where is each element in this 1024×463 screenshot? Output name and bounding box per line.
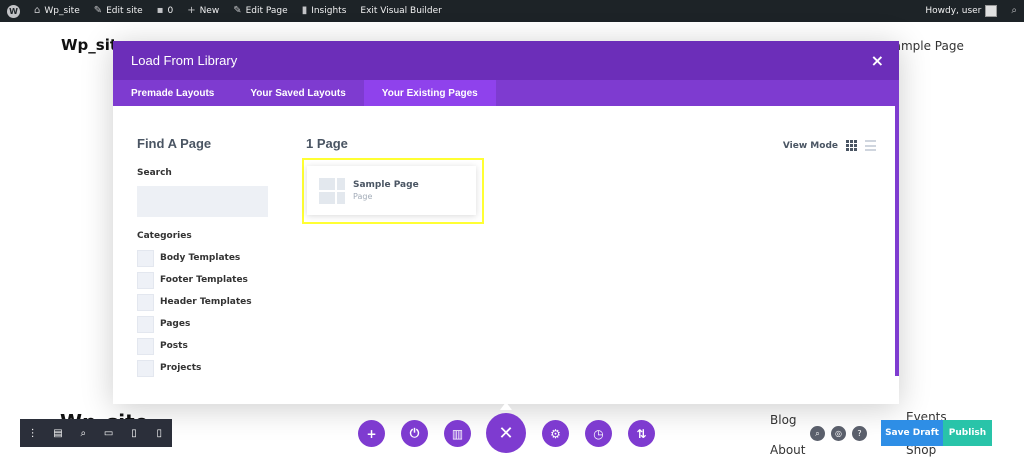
portability-icon[interactable]: ⇅ bbox=[628, 420, 655, 447]
trash-icon[interactable]: ▥ bbox=[444, 420, 471, 447]
category-label: Posts bbox=[160, 341, 188, 351]
zoom-icon[interactable]: ⌕ bbox=[73, 423, 93, 443]
load-from-library-modal: Load From Library × Premade Layouts Your… bbox=[113, 41, 899, 404]
category-checkbox[interactable] bbox=[137, 337, 154, 355]
admin-search[interactable]: ⌕ bbox=[1004, 0, 1024, 22]
category-checkbox[interactable] bbox=[137, 359, 154, 377]
category-checkbox[interactable] bbox=[137, 315, 154, 333]
plus-icon: + bbox=[187, 5, 196, 16]
footer-link-blog[interactable]: Blog bbox=[770, 413, 797, 427]
library-sidebar: Find A Page Search Categories Body Templ… bbox=[137, 136, 272, 379]
more-options-icon[interactable]: ⋮ bbox=[23, 423, 43, 443]
admin-bar: W ⌂ Wp_site ✎ Edit site ▪ 0 + New ✎ Edit… bbox=[0, 0, 1024, 22]
page-card-type: Page bbox=[353, 192, 373, 201]
edit-page-label: Edit Page bbox=[245, 6, 288, 16]
category-item[interactable]: Body Templates bbox=[137, 247, 272, 269]
site-name-label: Wp_site bbox=[44, 6, 80, 16]
categories-label: Categories bbox=[137, 231, 192, 241]
wordpress-icon: W bbox=[7, 4, 20, 18]
category-item[interactable]: Projects bbox=[137, 357, 272, 379]
exit-visual-builder-label: Exit Visual Builder bbox=[360, 6, 442, 16]
category-label: Footer Templates bbox=[160, 275, 248, 285]
settings-icon[interactable]: ⚙ bbox=[542, 420, 569, 447]
edit-page-menu[interactable]: ✎ Edit Page bbox=[226, 0, 294, 22]
category-label: Pages bbox=[160, 319, 191, 329]
view-mode-control: View Mode bbox=[783, 140, 876, 151]
layout-thumbnail-icon bbox=[319, 177, 345, 204]
bar-chart-icon: ▮ bbox=[301, 5, 308, 16]
tab-premade-layouts[interactable]: Premade Layouts bbox=[113, 80, 232, 106]
power-icon[interactable]: ⏻ bbox=[401, 420, 428, 447]
search-icon[interactable]: ⌕ bbox=[810, 426, 825, 441]
save-draft-button[interactable]: Save Draft bbox=[881, 420, 943, 446]
new-label: New bbox=[199, 6, 220, 16]
modal-pointer bbox=[500, 402, 512, 410]
search-icon: ⌕ bbox=[1011, 5, 1017, 16]
search-input[interactable] bbox=[137, 186, 268, 217]
list-view-icon[interactable] bbox=[865, 140, 876, 151]
desktop-view-icon[interactable]: ▭ bbox=[99, 423, 119, 443]
admin-bar-right: Howdy, user ⌕ bbox=[918, 0, 1024, 22]
category-item[interactable]: Pages bbox=[137, 313, 272, 335]
howdy-label: Howdy, user bbox=[925, 6, 982, 16]
search-label: Search bbox=[137, 168, 172, 178]
modal-header: Load From Library bbox=[113, 41, 899, 80]
add-icon[interactable]: + bbox=[358, 420, 385, 447]
tablet-view-icon[interactable]: ▯ bbox=[124, 423, 144, 443]
page-card-info: Sample Page Page bbox=[353, 180, 419, 201]
category-checkbox[interactable] bbox=[137, 249, 154, 267]
category-item[interactable]: Footer Templates bbox=[137, 269, 272, 291]
edit-site-label: Edit site bbox=[106, 6, 143, 16]
grid-view-icon[interactable] bbox=[846, 140, 857, 151]
avatar bbox=[985, 5, 998, 17]
new-content-menu[interactable]: + New bbox=[180, 0, 226, 22]
card-highlight: Sample Page Page bbox=[302, 158, 484, 224]
layers-icon[interactable]: ◎ bbox=[831, 426, 846, 441]
view-mode-label: View Mode bbox=[782, 140, 838, 151]
dashboard-icon: ⌂ bbox=[34, 5, 41, 16]
category-label: Header Templates bbox=[160, 297, 252, 307]
comment-icon: ▪ bbox=[156, 5, 164, 16]
comments-count: 0 bbox=[167, 6, 174, 16]
modal-body: Find A Page Search Categories Body Templ… bbox=[113, 106, 899, 404]
category-label: Projects bbox=[160, 363, 202, 373]
my-account-menu[interactable]: Howdy, user bbox=[918, 0, 1004, 22]
footer-link-about[interactable]: About bbox=[770, 443, 805, 457]
phone-view-icon[interactable]: ▯ bbox=[149, 423, 169, 443]
page-card-title: Sample Page bbox=[353, 180, 419, 190]
scrollbar[interactable] bbox=[895, 106, 899, 376]
pencil-icon: ✎ bbox=[233, 5, 242, 16]
modal-tabs: Premade Layouts Your Saved Layouts Your … bbox=[113, 80, 899, 106]
edit-site-menu[interactable]: ✎ Edit site bbox=[87, 0, 150, 22]
tab-your-saved-layouts[interactable]: Your Saved Layouts bbox=[232, 80, 363, 106]
brush-icon: ✎ bbox=[93, 5, 103, 16]
library-content: 1 Page View Mode Sample Page Page bbox=[302, 136, 876, 224]
wp-logo-menu[interactable]: W bbox=[0, 0, 27, 22]
page-card[interactable]: Sample Page Page bbox=[307, 166, 476, 215]
insights-menu[interactable]: ▮ Insights bbox=[295, 0, 354, 22]
close-builder-icon[interactable]: ✕ bbox=[486, 413, 526, 453]
category-checkbox[interactable] bbox=[137, 293, 154, 311]
category-item[interactable]: Posts bbox=[137, 335, 272, 357]
wireframe-icon[interactable]: ▤ bbox=[48, 423, 68, 443]
category-list: Body Templates Footer Templates Header T… bbox=[137, 247, 272, 379]
insights-label: Insights bbox=[311, 6, 347, 16]
help-icon[interactable]: ? bbox=[852, 426, 867, 441]
comments-menu[interactable]: ▪ 0 bbox=[150, 0, 181, 22]
category-item[interactable]: Header Templates bbox=[137, 291, 272, 313]
modal-title: Load From Library bbox=[131, 53, 238, 68]
close-icon[interactable]: × bbox=[871, 51, 884, 70]
exit-visual-builder-menu[interactable]: Exit Visual Builder bbox=[353, 0, 448, 22]
find-a-page-title: Find A Page bbox=[137, 136, 212, 151]
site-name-menu[interactable]: ⌂ Wp_site bbox=[27, 0, 87, 22]
publish-button[interactable]: Publish bbox=[943, 420, 992, 446]
history-icon[interactable]: ◷ bbox=[585, 420, 612, 447]
tab-your-existing-pages[interactable]: Your Existing Pages bbox=[363, 80, 496, 106]
category-checkbox[interactable] bbox=[137, 271, 154, 289]
page-settings-bar: ⋮ ▤ ⌕ ▭ ▯ ▯ bbox=[20, 419, 172, 447]
category-label: Body Templates bbox=[160, 253, 241, 263]
